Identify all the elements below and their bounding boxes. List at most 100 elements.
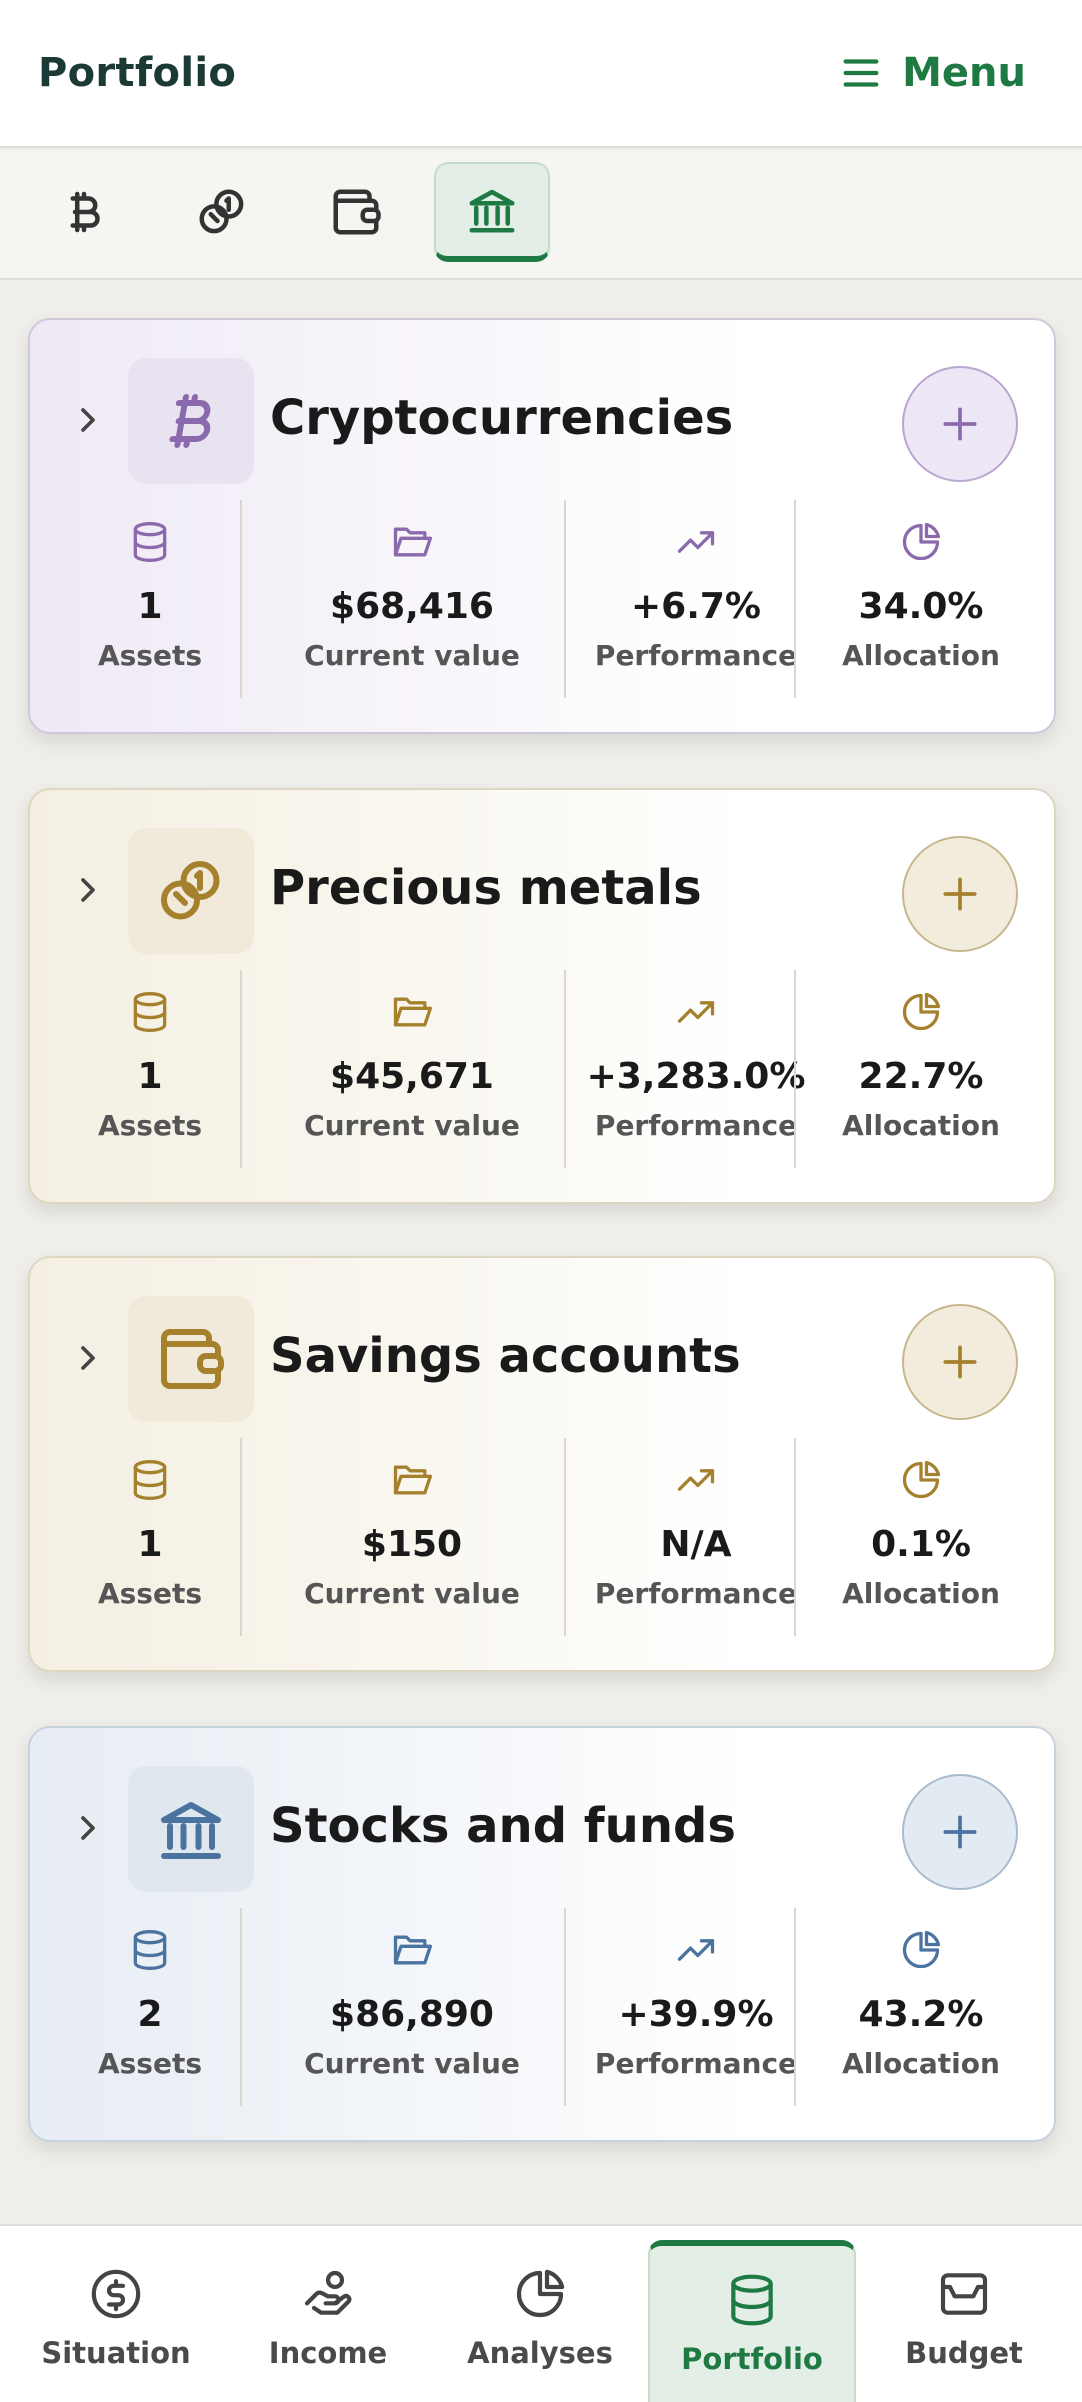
stat-assets: 1 Assets — [50, 970, 250, 1170]
stat-performance: +6.7% Performance — [576, 500, 816, 700]
app-header: Portfolio Menu — [0, 0, 1082, 148]
expand-chevron-button[interactable] — [68, 1338, 108, 1378]
plus-icon — [943, 407, 977, 441]
category-card-savings-accounts: Savings accounts 1 Assets $150 Current v… — [28, 1256, 1056, 1672]
allocation-value: 0.1% — [871, 1524, 971, 1565]
allocation-value: 43.2% — [858, 1994, 984, 2035]
nav-situation[interactable]: Situation — [12, 2240, 220, 2402]
trending-up-icon — [677, 1001, 715, 1023]
allocation-value: 22.7% — [858, 1056, 984, 1097]
current-value: $150 — [361, 1524, 463, 1565]
category-card-stocks-and-funds: Stocks and funds 2 Assets $86,890 Curren… — [28, 1726, 1056, 2142]
database-icon — [133, 1930, 167, 1970]
category-icon-box — [128, 1766, 254, 1892]
expand-chevron-button[interactable] — [68, 1808, 108, 1848]
wallet-icon — [161, 1329, 224, 1389]
stat-assets: 1 Assets — [50, 1438, 250, 1638]
add-asset-button[interactable] — [902, 836, 1018, 952]
allocation-label: Allocation — [842, 1577, 1000, 1610]
assets-value: 2 — [137, 1994, 163, 2035]
bank-icon — [469, 189, 515, 233]
category-card-precious-metals: Precious metals 1 Assets $45,671 Current… — [28, 788, 1056, 1204]
stats-row: 1 Assets $45,671 Current value +3,283.0%… — [30, 970, 1054, 1170]
assets-label: Assets — [97, 2047, 203, 2080]
nav-income[interactable]: Income — [224, 2240, 432, 2402]
current-value: $86,890 — [330, 1994, 494, 2035]
nav-label: Budget — [905, 2336, 1023, 2370]
stat-assets: 1 Assets — [50, 500, 250, 700]
hand-coin-icon — [304, 2270, 352, 2315]
expand-chevron-button[interactable] — [68, 870, 108, 910]
stats-row: 1 Assets $68,416 Current value +6.7% Per… — [30, 500, 1054, 700]
coins-icon — [161, 861, 220, 920]
assets-label: Assets — [97, 639, 203, 672]
divider — [564, 1908, 566, 2106]
nav-label: Portfolio — [681, 2342, 823, 2376]
current-value-label: Current value — [304, 2047, 520, 2080]
bottom-navigation: Situation Income Analyses Portfolio Budg… — [0, 2224, 1082, 2402]
performance-value: +6.7% — [630, 586, 761, 627]
hamburger-icon — [843, 59, 879, 87]
nav-portfolio[interactable]: Portfolio — [648, 2240, 856, 2402]
database-icon — [133, 1460, 167, 1500]
divider — [564, 500, 566, 698]
stat-performance: +3,283.0% Performance — [576, 970, 816, 1170]
stats-row: 1 Assets $150 Current value N/A Performa… — [30, 1438, 1054, 1638]
pie-chart-icon — [902, 1930, 941, 1969]
performance-label: Performance — [594, 1577, 798, 1610]
tab-stocks-and-funds[interactable] — [434, 162, 550, 262]
divider — [564, 1438, 566, 1636]
plus-icon — [943, 1345, 977, 1379]
bitcoin-icon — [70, 191, 100, 233]
card-title: Precious metals — [270, 860, 702, 916]
stat-performance: N/A Performance — [576, 1438, 816, 1638]
plus-icon — [943, 1815, 977, 1849]
database-icon — [133, 522, 167, 562]
performance-value: +3,283.0% — [586, 1056, 806, 1097]
current-value: $45,671 — [330, 1056, 494, 1097]
card-title: Stocks and funds — [270, 1798, 736, 1854]
tab-cryptocurrencies[interactable] — [26, 162, 142, 262]
category-icon-box — [128, 1296, 254, 1422]
divider — [794, 1438, 796, 1636]
divider — [564, 970, 566, 1168]
pie-chart-icon — [902, 992, 941, 1031]
category-card-cryptocurrencies: Cryptocurrencies 1 Assets $68,416 Curren… — [28, 318, 1056, 734]
dollar-circle-icon — [91, 2269, 141, 2319]
performance-value: N/A — [660, 1524, 732, 1565]
current-value: $68,416 — [330, 586, 494, 627]
current-value-label: Current value — [304, 639, 520, 672]
nav-label: Analyses — [467, 2336, 613, 2370]
category-icon-box — [128, 828, 254, 954]
stat-current-value: $86,890 Current value — [242, 1908, 582, 2108]
tab-savings-accounts[interactable] — [298, 162, 414, 262]
add-asset-button[interactable] — [902, 1304, 1018, 1420]
stat-performance: +39.9% Performance — [576, 1908, 816, 2108]
trending-up-icon — [677, 1469, 715, 1491]
add-asset-button[interactable] — [902, 366, 1018, 482]
tab-precious-metals[interactable] — [164, 162, 280, 262]
allocation-label: Allocation — [842, 2047, 1000, 2080]
nav-analyses[interactable]: Analyses — [436, 2240, 644, 2402]
stat-allocation: 0.1% Allocation — [806, 1438, 1036, 1638]
divider — [794, 970, 796, 1168]
stat-current-value: $45,671 Current value — [242, 970, 582, 1170]
stat-allocation: 34.0% Allocation — [806, 500, 1036, 700]
current-value-label: Current value — [304, 1109, 520, 1142]
expand-chevron-button[interactable] — [68, 400, 108, 440]
divider — [794, 500, 796, 698]
page-title: Portfolio — [38, 50, 237, 96]
nav-budget[interactable]: Budget — [860, 2240, 1068, 2402]
divider — [794, 1908, 796, 2106]
performance-label: Performance — [594, 639, 798, 672]
current-value-label: Current value — [304, 1577, 520, 1610]
stat-allocation: 43.2% Allocation — [806, 1908, 1036, 2108]
menu-label: Menu — [902, 50, 1026, 96]
add-asset-button[interactable] — [902, 1774, 1018, 1890]
card-title: Cryptocurrencies — [270, 390, 734, 446]
category-tabs — [0, 150, 1082, 280]
category-icon-box — [128, 358, 254, 484]
assets-value: 1 — [137, 1056, 163, 1097]
allocation-label: Allocation — [842, 1109, 1000, 1142]
menu-button[interactable]: Menu — [838, 50, 1026, 96]
